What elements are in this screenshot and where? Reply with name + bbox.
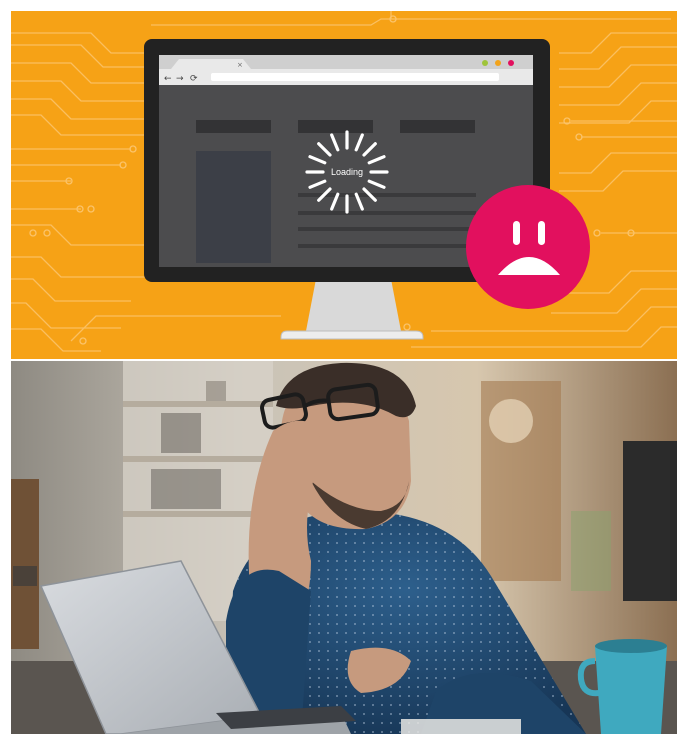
address-input[interactable] (211, 73, 499, 81)
skeleton-line (298, 244, 476, 248)
sad-face-icon (466, 185, 590, 309)
skeleton-line (298, 211, 476, 215)
illustration-canvas: × ← → ⟳ Loading (11, 11, 677, 359)
reload-icon[interactable]: ⟳ (190, 74, 198, 84)
skeleton-block (196, 120, 271, 133)
back-arrow-icon[interactable]: ← (164, 74, 172, 84)
skeleton-line (298, 227, 476, 231)
forward-arrow-icon[interactable]: → (176, 74, 184, 84)
loading-label: Loading (331, 167, 363, 177)
skeleton-sidebar (196, 151, 271, 263)
skeleton-block (298, 120, 373, 133)
frustrated-user-photo (11, 361, 677, 734)
window-red-dot[interactable] (508, 60, 514, 66)
loading-illustration: × ← → ⟳ Loading (11, 11, 677, 359)
window-yellow-dot[interactable] (495, 60, 501, 66)
window-green-dot[interactable] (482, 60, 488, 66)
photo-canvas (11, 361, 677, 734)
skeleton-block (400, 120, 475, 133)
tab-close-icon[interactable]: × (237, 61, 243, 69)
papers (401, 719, 521, 734)
